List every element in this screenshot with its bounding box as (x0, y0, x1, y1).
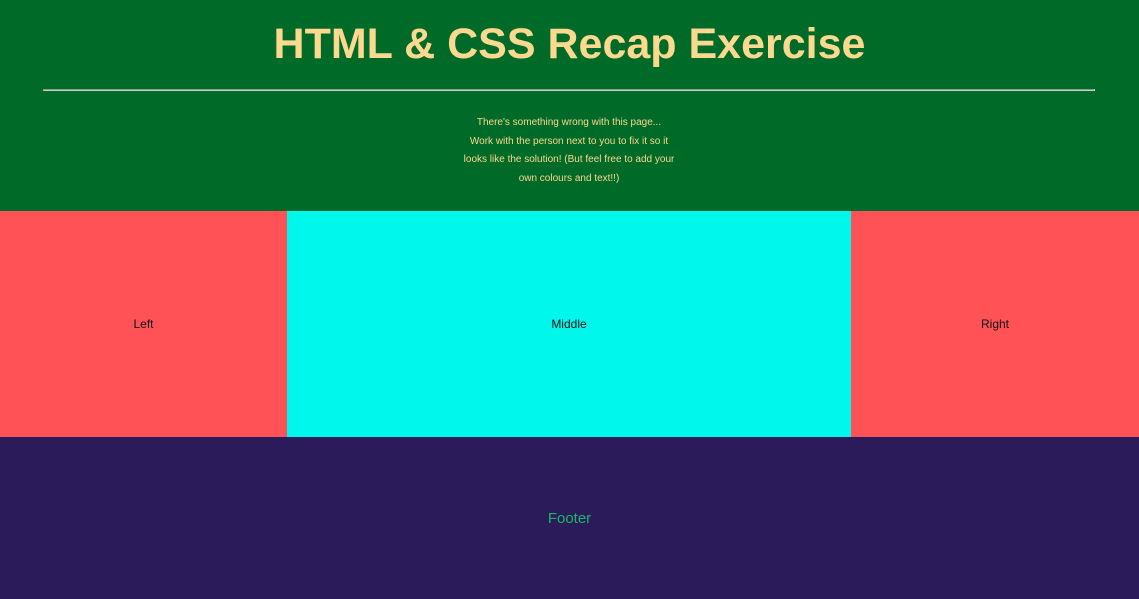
intro-line: looks like the solution! (But feel free … (463, 154, 675, 166)
middle-column-label: Middle (551, 317, 587, 331)
right-column-label: Right (980, 317, 1009, 331)
intro-line: There's something wrong with this page..… (476, 117, 662, 128)
page-title: HTML & CSS Recap Exercise (273, 20, 866, 68)
footer-label: Footer (547, 509, 592, 527)
intro-text: There's something wrong with this page..… (444, 114, 694, 189)
intro-line: Work with the person next to you to fix … (469, 135, 669, 147)
right-column: Right (851, 211, 1139, 437)
columns-row: Left Middle Right (0, 211, 1139, 437)
intro-line: own colours and text!!) (518, 173, 620, 185)
middle-column: Middle (287, 211, 851, 437)
page-header: HTML & CSS Recap Exercise There's someth… (0, 0, 1139, 211)
page-footer: Footer (0, 437, 1139, 599)
left-column: Left (0, 211, 287, 437)
left-column-label: Left (133, 317, 154, 331)
header-divider (43, 89, 1095, 91)
